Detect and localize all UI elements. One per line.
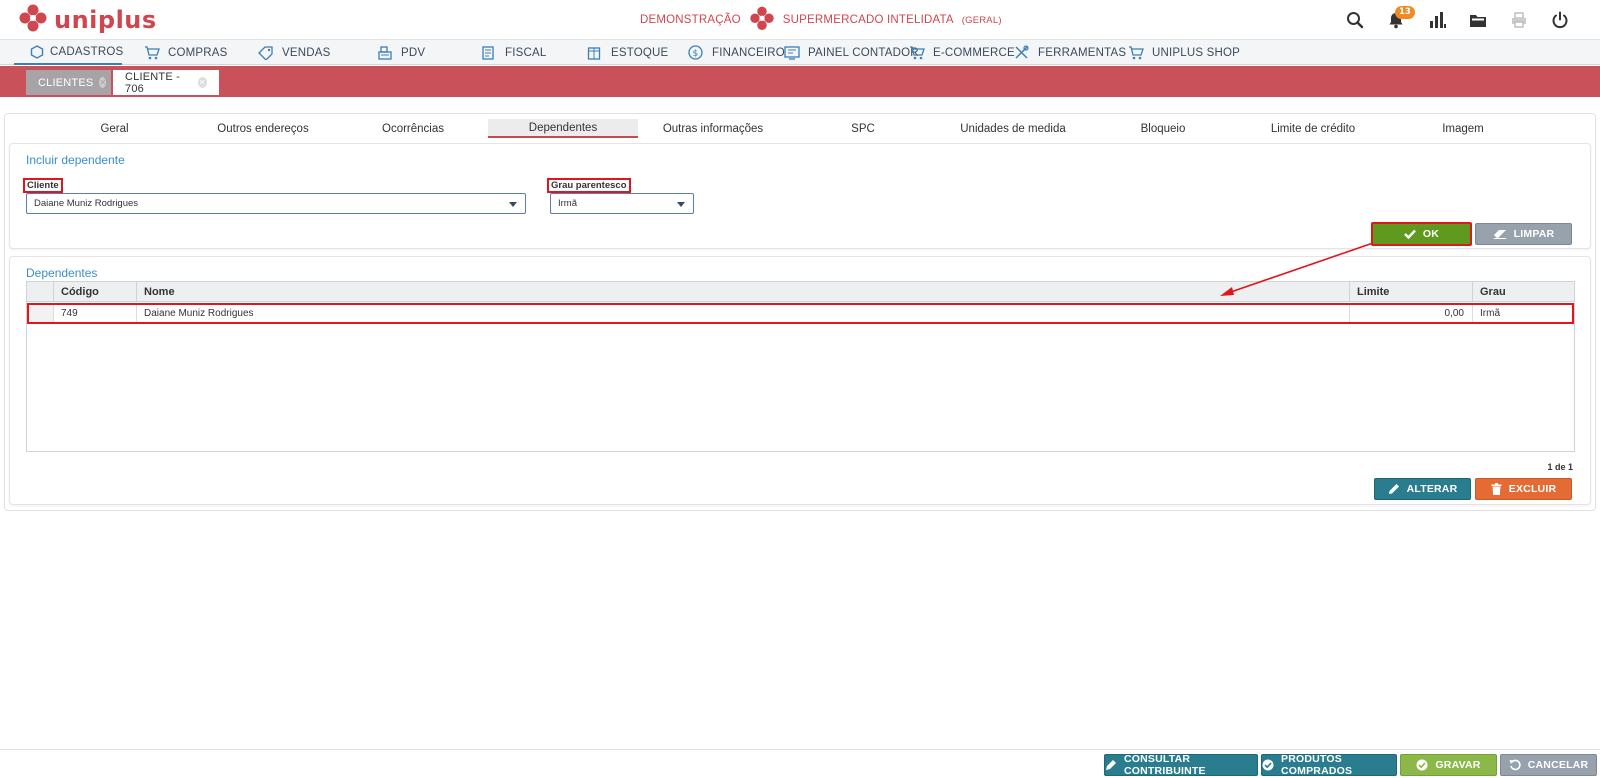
- menu-financeiro[interactable]: $ FINANCEIRO: [688, 40, 785, 65]
- close-icon[interactable]: ✕: [99, 77, 107, 88]
- tab-ocorrencias[interactable]: Ocorrências: [338, 119, 488, 138]
- menu-pdv[interactable]: PDV: [377, 40, 425, 65]
- hexagon-icon: [30, 44, 44, 59]
- tools-icon: [1014, 45, 1032, 60]
- produtos-comprados-button[interactable]: PRODUTOS COMPRADOS: [1261, 753, 1397, 777]
- cell-nome: Daiane Muniz Rodrigues: [136, 305, 1349, 322]
- menu-cadastros[interactable]: CADASTROS: [14, 40, 123, 65]
- tab-outros-enderecos[interactable]: Outros endereços: [188, 119, 338, 138]
- trash-icon: [1491, 483, 1502, 495]
- bell-icon[interactable]: 13: [1375, 6, 1416, 34]
- include-dependente-title: Incluir dependente: [26, 153, 125, 167]
- box-icon: [587, 46, 605, 60]
- main-menu: CADASTROS COMPRAS VENDAS PDV FISCAL ESTO…: [0, 40, 1600, 65]
- company-prefix: DEMONSTRAÇÃO: [640, 14, 741, 26]
- cart-icon: [144, 45, 162, 60]
- check-circle-icon: [1262, 759, 1274, 771]
- grau-select-value: Irmã: [558, 198, 577, 209]
- pagination-info: 1 de 1: [1547, 462, 1573, 472]
- tab-geral[interactable]: Geral: [41, 119, 188, 138]
- tab-limite-de-credito[interactable]: Limite de crédito: [1238, 119, 1388, 138]
- menu-vendas[interactable]: VENDAS: [258, 40, 331, 65]
- logo-text: uniplus: [54, 6, 157, 34]
- register-icon: [377, 45, 395, 60]
- alterar-button[interactable]: ALTERAR: [1374, 478, 1471, 500]
- svg-text:$: $: [693, 49, 699, 59]
- tab-spc[interactable]: SPC: [788, 119, 938, 138]
- select-column-header: [27, 282, 53, 302]
- check-icon: [1404, 229, 1416, 239]
- pen-icon: [1105, 759, 1117, 771]
- document-icon: [481, 45, 499, 60]
- cell-grau: Irmã: [1472, 305, 1574, 322]
- printer-icon[interactable]: [1498, 6, 1539, 34]
- document-tabs: CLIENTES ✕ CLIENTE - 706 ✕: [0, 66, 1600, 97]
- menu-ferramentas[interactable]: FERRAMENTAS: [1014, 40, 1126, 65]
- top-header: uniplus DEMONSTRAÇÃO SUPERMERCADO INTELI…: [0, 0, 1600, 40]
- cell-codigo: 749: [53, 305, 136, 322]
- close-icon[interactable]: ✕: [197, 77, 207, 88]
- col-nome[interactable]: Nome: [136, 282, 1349, 302]
- cliente-select[interactable]: Daiane Muniz Rodrigues: [26, 193, 526, 214]
- excluir-button[interactable]: EXCLUIR: [1475, 478, 1572, 500]
- gravar-button[interactable]: GRAVAR: [1400, 754, 1497, 776]
- annotation-arrow: [1220, 242, 1374, 296]
- tab-unidades-de-medida[interactable]: Unidades de medida: [938, 119, 1088, 138]
- panel-icon: [784, 45, 802, 60]
- search-icon[interactable]: [1334, 6, 1375, 34]
- ok-button[interactable]: OK: [1371, 222, 1472, 246]
- chart-icon[interactable]: [1416, 6, 1457, 34]
- grau-parentesco-select[interactable]: Irmã: [550, 193, 694, 214]
- cart-icon: [1128, 45, 1146, 60]
- table-row[interactable]: 749 Daiane Muniz Rodrigues 0,00 Irmã: [27, 303, 1574, 324]
- menu-estoque[interactable]: ESTOQUE: [587, 40, 668, 65]
- client-subtabs: Geral Outros endereços Ocorrências Depen…: [7, 119, 1595, 138]
- dependentes-title: Dependentes: [26, 266, 98, 280]
- cliente-select-value: Daiane Muniz Rodrigues: [34, 198, 139, 209]
- uniplus-logo-icon: [18, 4, 48, 36]
- company-info: DEMONSTRAÇÃO SUPERMERCADO INTELIDATA (GE…: [640, 6, 1002, 34]
- cancelar-button[interactable]: CANCELAR: [1500, 754, 1597, 776]
- company-logo-icon: [749, 6, 775, 34]
- footer-bar: CONSULTAR CONTRIBUINTE PRODUTOS COMPRADO…: [0, 749, 1600, 778]
- tab-dependentes[interactable]: Dependentes: [488, 119, 638, 138]
- menu-e-commerce[interactable]: E-COMMERCE: [909, 40, 1015, 65]
- col-grau[interactable]: Grau: [1472, 282, 1574, 302]
- row-selector[interactable]: [29, 305, 53, 322]
- company-name: SUPERMERCADO INTELIDATA: [782, 14, 954, 26]
- power-icon[interactable]: [1539, 6, 1580, 34]
- uniplus-logo[interactable]: uniplus: [18, 3, 157, 37]
- tab-outras-informacoes[interactable]: Outras informações: [638, 119, 788, 138]
- chevron-down-icon: [677, 202, 685, 207]
- tag-icon: [258, 45, 276, 60]
- dependentes-table: Código Nome Limite Grau 749 Daiane Muniz…: [26, 281, 1575, 452]
- check-circle-icon: [1416, 759, 1428, 771]
- menu-uniplus-shop[interactable]: UNIPLUS SHOP: [1128, 40, 1240, 65]
- notification-badge: 13: [1395, 6, 1415, 19]
- tab-cliente-706[interactable]: CLIENTE - 706 ✕: [113, 70, 219, 95]
- menu-painel-contador[interactable]: PAINEL CONTADOR: [784, 40, 919, 65]
- cell-limite: 0,00: [1349, 305, 1472, 322]
- cliente-label: Cliente: [23, 178, 63, 193]
- menu-compras[interactable]: COMPRAS: [144, 40, 228, 65]
- cart-icon: [909, 45, 927, 60]
- company-scope: (GERAL): [961, 14, 1002, 26]
- tab-imagem[interactable]: Imagem: [1388, 119, 1538, 138]
- folder-icon[interactable]: [1457, 6, 1498, 34]
- grau-parentesco-label: Grau parentesco: [547, 178, 631, 193]
- dollar-icon: $: [688, 45, 706, 60]
- chevron-down-icon: [509, 202, 517, 207]
- top-icons: 13: [1334, 6, 1580, 34]
- tab-clientes[interactable]: CLIENTES ✕: [26, 70, 111, 95]
- tab-bloqueio[interactable]: Bloqueio: [1088, 119, 1238, 138]
- menu-fiscal[interactable]: FISCAL: [481, 40, 546, 65]
- eraser-icon: [1493, 229, 1507, 239]
- consultar-contribuinte-button[interactable]: CONSULTAR CONTRIBUINTE: [1104, 753, 1258, 777]
- col-codigo[interactable]: Código: [53, 282, 136, 302]
- pencil-icon: [1388, 483, 1400, 495]
- limpar-button[interactable]: LIMPAR: [1475, 223, 1572, 245]
- undo-icon: [1509, 759, 1521, 771]
